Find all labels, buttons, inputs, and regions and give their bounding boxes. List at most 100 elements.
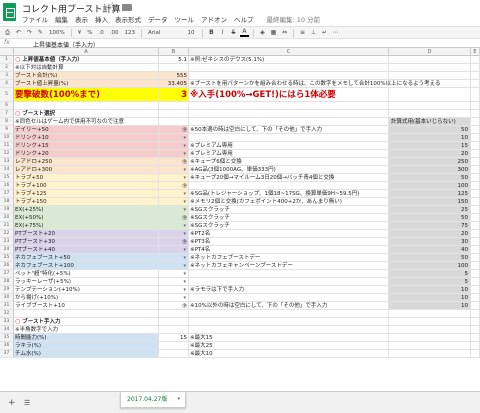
cell-c[interactable]: ※例:ゼネシスのデウス(5.1%) [189,56,389,64]
cell-c[interactable]: ※プレミアム専用 [189,150,389,158]
chevron-down-icon[interactable]: ▾ [183,254,186,262]
row-number[interactable]: 27 [0,270,14,278]
chevron-down-icon[interactable]: ▾ [177,392,180,407]
chevron-down-icon[interactable]: ▾ [183,222,186,230]
cell-d[interactable]: 10 [389,134,471,142]
cell-d[interactable]: 15 [389,142,471,150]
cell-a[interactable]: ライブブースト+10 [14,302,159,310]
cell-d[interactable]: 10 [389,302,471,310]
strikethrough-button[interactable]: S [229,28,238,37]
cell-a[interactable]: ネカフェブースト+100 [14,262,159,270]
number-format-button[interactable]: 123 [122,28,137,37]
cell-c[interactable]: ※最大10 [189,350,389,358]
cell-b[interactable]: ▾ [159,198,189,206]
cell-c[interactable]: ※キューブ6個と交換 [189,158,389,166]
cell-d[interactable] [389,88,471,102]
cell-e[interactable] [471,110,480,118]
cell-a[interactable]: PTブースト+20 [14,230,159,238]
chevron-down-icon[interactable]: ▾ [183,230,186,238]
more-icon[interactable]: ⋯ [331,28,340,37]
align-left-icon[interactable]: ≡ [298,28,307,37]
cell-a[interactable]: ドリンク+20 [14,150,159,158]
chevron-down-icon[interactable]: ▾ [183,278,186,286]
cell-d[interactable]: 5 [389,278,471,286]
cell-a[interactable]: ○ 上昇値基本値（手入力） [14,56,159,64]
paint-format-icon[interactable]: ✎ [36,28,45,37]
cell-a[interactable]: トラブ+100 [14,182,159,190]
row-number[interactable]: 1 [0,56,14,64]
cell-e[interactable] [471,326,480,334]
cell-d[interactable] [389,110,471,118]
cell-c[interactable] [189,134,389,142]
cell-e[interactable] [471,190,480,198]
row-number[interactable]: 13 [0,158,14,166]
row-number[interactable]: 5 [0,88,14,102]
cell-d[interactable]: 125 [389,190,471,198]
cell-c[interactable] [189,102,389,110]
menu-view[interactable]: 表示 [75,14,88,24]
cell-d[interactable]: 20 [389,230,471,238]
cell-e[interactable] [471,102,480,110]
cell-d[interactable] [389,64,471,72]
row-number[interactable]: 18 [0,198,14,206]
chevron-down-icon[interactable]: ▾ [183,270,186,278]
cell-c[interactable] [189,64,389,72]
cell-a[interactable]: レアドロ+300 [14,166,159,174]
cell-d[interactable] [389,310,471,318]
cell-e[interactable] [471,262,480,270]
cell-c[interactable]: ※最大15 [189,334,389,342]
cell-e[interactable] [471,334,480,342]
zoom-select[interactable]: 100% [47,28,67,37]
cell-b[interactable]: ▾ [159,134,189,142]
row-number[interactable]: 28 [0,278,14,286]
font-select[interactable]: Arial [146,28,182,37]
row-number[interactable]: 24 [0,246,14,254]
chevron-down-icon[interactable]: ▾ [183,246,186,254]
cell-d[interactable]: 50 [389,214,471,222]
cell-c[interactable]: ※PT2名 [189,230,389,238]
cell-a[interactable]: ブースト値上昇量(%) [14,80,159,88]
star-icon[interactable]: ☆ [108,1,117,12]
chevron-down-icon[interactable]: ▾ [183,198,186,206]
row-number[interactable]: 10 [0,134,14,142]
cell-c[interactable] [189,326,389,334]
cell-b[interactable]: ▾ [159,190,189,198]
italic-button[interactable]: I [218,28,227,37]
menu-file[interactable]: ファイル [22,14,48,24]
cell-c[interactable]: ※ネットカフェキャンペーンブーストデー [189,262,389,270]
column-header-a[interactable]: A [14,48,159,56]
cell-c[interactable]: ※50本適の時は空白にして、下の「その他」で手入力 [189,126,389,134]
last-edit-status[interactable]: 最終編集: 10 分前 [267,14,321,24]
cell-e[interactable] [471,126,480,134]
cell-c[interactable]: ※プレミアム専用 [189,142,389,150]
cell-b[interactable]: ▾ [159,206,189,214]
cell-b[interactable]: 5.1 [159,56,189,64]
cell-e[interactable] [471,142,480,150]
cell-a[interactable] [14,310,159,318]
chevron-down-icon[interactable]: ▾ [183,182,186,190]
cell-e[interactable] [471,166,480,174]
cell-e[interactable] [471,150,480,158]
cell-a[interactable]: から揚げ(+10%) [14,294,159,302]
cell-c[interactable] [189,118,389,126]
row-number[interactable]: 32 [0,310,14,318]
cell-a[interactable]: PTブースト+40 [14,246,159,254]
row-number[interactable]: 8 [0,118,14,126]
cell-e[interactable] [471,56,480,64]
cell-e[interactable] [471,222,480,230]
cell-b[interactable] [159,342,189,350]
cell-b[interactable]: ○ ▾ [159,214,189,222]
row-number[interactable]: 25 [0,254,14,262]
cell-e[interactable] [471,278,480,286]
cell-b[interactable]: ○ ▾ [159,302,189,310]
cell-b[interactable] [159,310,189,318]
cell-b[interactable]: 15 [159,334,189,342]
cell-a[interactable]: ドリンク+10 [14,134,159,142]
menu-tools[interactable]: ツール [175,14,195,24]
merge-cells-icon[interactable]: ⇔ [280,28,289,37]
cell-d[interactable]: 50 [389,254,471,262]
cell-b[interactable] [159,64,189,72]
row-number[interactable]: 36 [0,342,14,350]
cell-e[interactable] [471,134,480,142]
cell-d[interactable]: 10 [389,294,471,302]
